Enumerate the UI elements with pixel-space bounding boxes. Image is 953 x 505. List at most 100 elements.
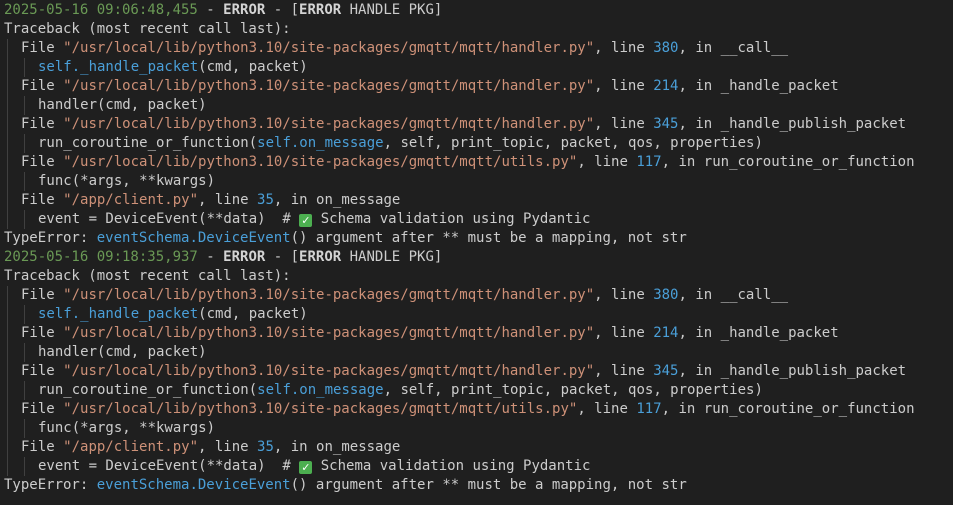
indent-guide	[4, 438, 21, 457]
in-keyword: , in	[678, 40, 721, 56]
indent-guide	[21, 172, 38, 191]
error-reference: eventSchema.DeviceEvent	[96, 230, 291, 246]
indent-guide	[4, 58, 21, 77]
indent-guide	[21, 457, 38, 476]
indent-guide	[4, 210, 21, 229]
indent-guide	[4, 400, 21, 419]
file-keyword: File	[21, 325, 64, 341]
indent-guide	[21, 210, 38, 229]
function-name: on_message	[316, 439, 401, 455]
code-suffix: Schema validation using Pydantic	[312, 211, 591, 227]
indent-guide	[21, 58, 38, 77]
line-keyword: , line	[594, 287, 654, 303]
indent-guide	[21, 343, 38, 362]
file-keyword: File	[21, 401, 64, 417]
indent-guide	[4, 115, 21, 134]
log-level: ERROR	[223, 249, 266, 265]
function-name: _handle_packet	[720, 78, 839, 94]
line-keyword: , line	[198, 192, 258, 208]
line-number: 117	[636, 401, 662, 417]
indent-guide	[4, 419, 21, 438]
function-name: _handle_publish_packet	[720, 363, 907, 379]
error-line: TypeError: eventSchema.DeviceEvent() arg…	[4, 476, 953, 495]
file-keyword: File	[21, 192, 64, 208]
tag-rest: HANDLE PKG]	[341, 249, 443, 265]
indent-guide	[4, 305, 21, 324]
traceback-frame-line: File "/usr/local/lib/python3.10/site-pac…	[4, 77, 953, 96]
line-keyword: , line	[594, 325, 654, 341]
line-number: 117	[636, 154, 662, 170]
code-reference: self._handle_packet	[38, 306, 199, 322]
code-suffix: (cmd, packet)	[198, 306, 308, 322]
indent-guide	[4, 153, 21, 172]
file-path: "/app/client.py"	[63, 439, 199, 455]
file-path: "/usr/local/lib/python3.10/site-packages…	[63, 401, 578, 417]
function-name: on_message	[316, 192, 401, 208]
log-timestamp: 2025-05-16 09:06:48,455	[4, 2, 198, 18]
code-suffix: Schema validation using Pydantic	[312, 458, 591, 474]
traceback-code-line: run_coroutine_or_function(self.on_messag…	[4, 134, 953, 153]
file-keyword: File	[21, 78, 64, 94]
file-keyword: File	[21, 439, 64, 455]
tag-error: ERROR	[299, 2, 342, 18]
indent-guide	[4, 39, 21, 58]
traceback-frame-line: File "/app/client.py", line 35, in on_me…	[4, 191, 953, 210]
indent-guide	[4, 134, 21, 153]
tag-error: ERROR	[299, 249, 342, 265]
code-suffix: (cmd, packet)	[198, 59, 308, 75]
code-prefix: run_coroutine_or_function(	[38, 382, 258, 398]
line-number: 380	[653, 40, 679, 56]
traceback-header: Traceback (most recent call last):	[4, 267, 953, 286]
error-message: () argument after ** must be a mapping, …	[290, 230, 687, 246]
line-keyword: , line	[594, 363, 654, 379]
indent-guide	[21, 381, 38, 400]
traceback-code-line: event = DeviceEvent(**data) # ✓ Schema v…	[4, 457, 953, 476]
separator: -	[197, 2, 224, 18]
indent-guide	[4, 77, 21, 96]
line-keyword: , line	[594, 40, 654, 56]
code-reference: self.on_message	[257, 382, 384, 398]
log-header-line: 2025-05-16 09:06:48,455 - ERROR - [ERROR…	[4, 1, 953, 20]
line-number: 214	[653, 325, 679, 341]
file-path: "/usr/local/lib/python3.10/site-packages…	[63, 78, 595, 94]
code-prefix: event = DeviceEvent(**data) #	[38, 458, 300, 474]
function-name: __call__	[720, 287, 789, 303]
traceback-header: Traceback (most recent call last):	[4, 20, 953, 39]
in-keyword: , in	[678, 116, 721, 132]
indent-guide	[4, 381, 21, 400]
line-keyword: , line	[577, 154, 637, 170]
file-path: "/usr/local/lib/python3.10/site-packages…	[63, 287, 595, 303]
tag-open: - [	[265, 249, 300, 265]
indent-guide	[4, 191, 21, 210]
traceback-code-line: self._handle_packet(cmd, packet)	[4, 58, 953, 77]
traceback-frame-line: File "/usr/local/lib/python3.10/site-pac…	[4, 324, 953, 343]
check-mark-icon: ✓	[299, 214, 313, 227]
indent-guide	[4, 286, 21, 305]
function-name: __call__	[720, 40, 789, 56]
file-keyword: File	[21, 154, 64, 170]
in-keyword: , in	[678, 78, 721, 94]
code-prefix: handler(cmd, packet)	[38, 344, 207, 360]
line-keyword: , line	[198, 439, 258, 455]
check-mark-icon: ✓	[299, 461, 313, 474]
traceback-code-line: func(*args, **kwargs)	[4, 419, 953, 438]
file-path: "/usr/local/lib/python3.10/site-packages…	[63, 363, 595, 379]
code-reference: self._handle_packet	[38, 59, 199, 75]
code-reference: self.on_message	[257, 135, 384, 151]
indent-guide	[21, 134, 38, 153]
in-keyword: , in	[678, 363, 721, 379]
code-prefix: func(*args, **kwargs)	[38, 420, 216, 436]
indent-guide	[4, 324, 21, 343]
indent-guide	[21, 305, 38, 324]
indent-guide	[21, 96, 38, 115]
line-number: 345	[653, 116, 679, 132]
tag-rest: HANDLE PKG]	[341, 2, 443, 18]
indent-guide	[4, 362, 21, 381]
code-suffix: , self, print_topic, packet, qos, proper…	[383, 382, 763, 398]
line-keyword: , line	[594, 78, 654, 94]
file-path: "/app/client.py"	[63, 192, 199, 208]
traceback-frame-line: File "/usr/local/lib/python3.10/site-pac…	[4, 39, 953, 58]
code-prefix: run_coroutine_or_function(	[38, 135, 258, 151]
function-name: _handle_publish_packet	[720, 116, 907, 132]
file-keyword: File	[21, 363, 64, 379]
